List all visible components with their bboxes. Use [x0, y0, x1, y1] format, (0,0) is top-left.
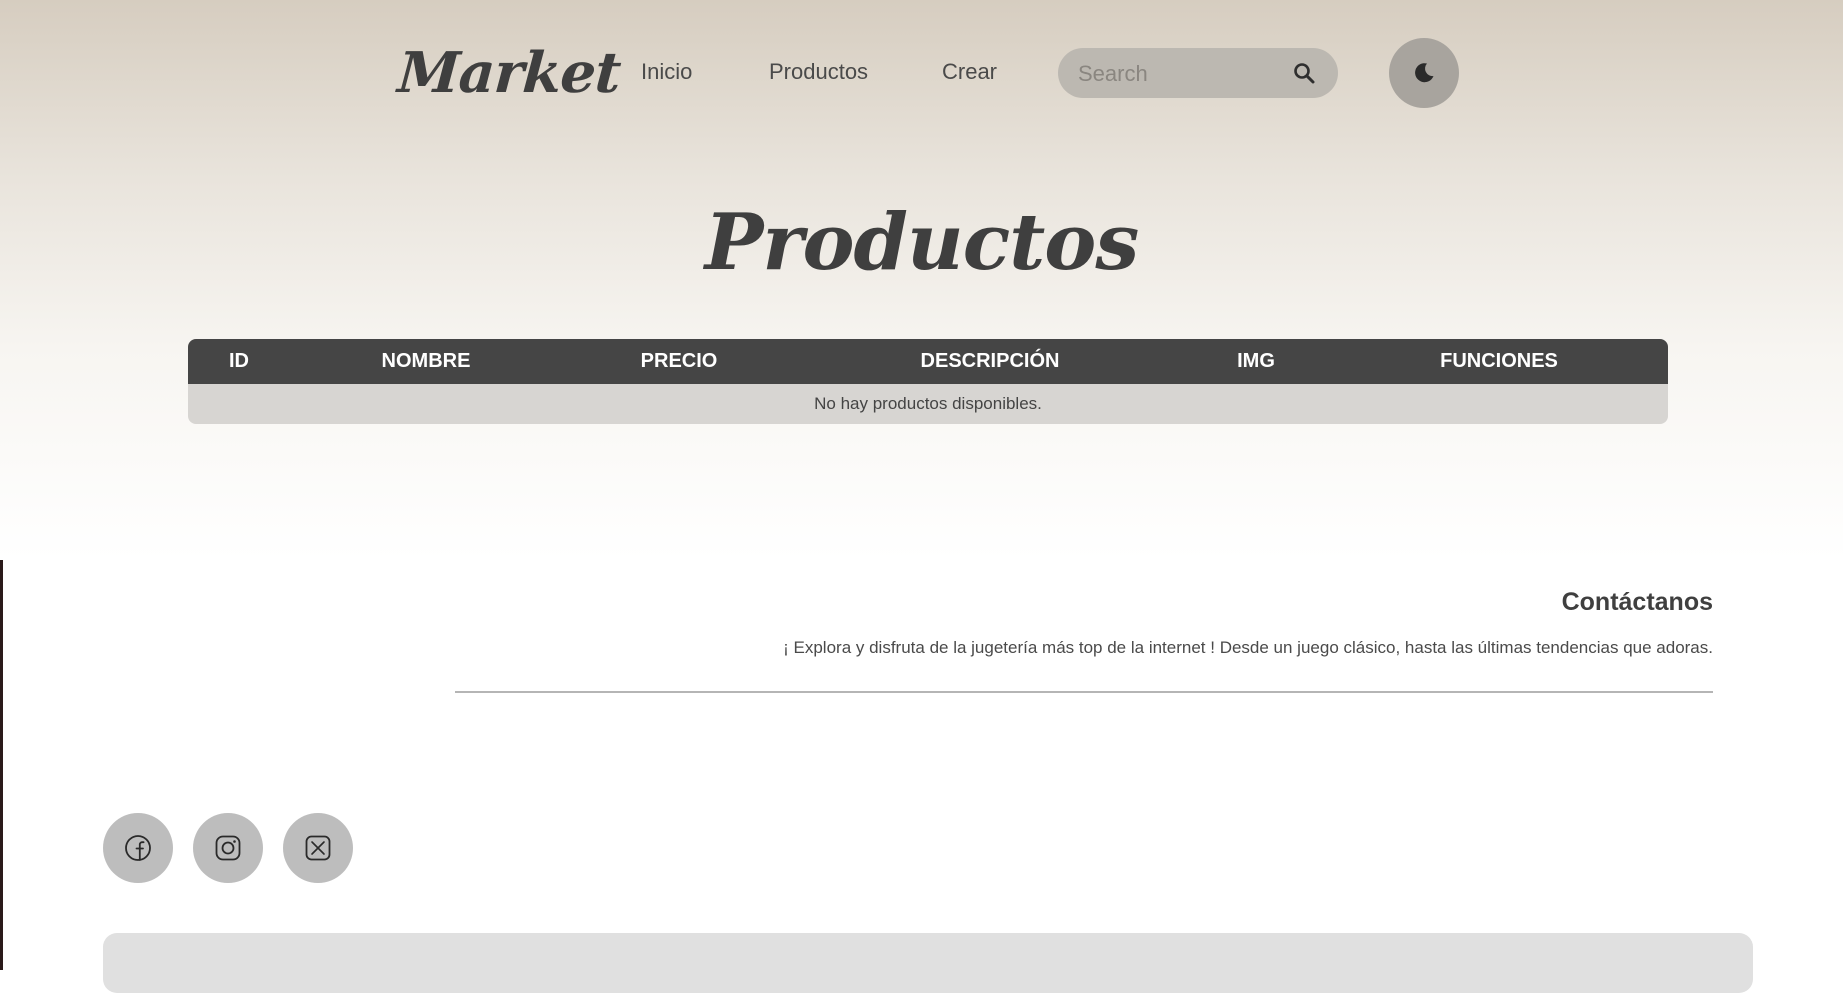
facebook-button[interactable]: [103, 813, 173, 883]
x-twitter-icon: [305, 835, 331, 861]
table-empty-row: No hay productos disponibles.: [188, 384, 1668, 424]
x-twitter-button[interactable]: [283, 813, 353, 883]
search-box: [1058, 48, 1338, 100]
column-header-descripcion: DESCRIPCIÓN: [920, 350, 1060, 372]
instagram-icon: [215, 835, 241, 861]
search-input[interactable]: [1076, 48, 1280, 100]
nav-link-crear[interactable]: Crear: [942, 58, 997, 86]
footer-divider: [455, 691, 1713, 693]
nav-link-inicio[interactable]: Inicio: [641, 58, 692, 86]
column-header-img: IMG: [1237, 350, 1275, 372]
column-header-id: ID: [229, 350, 249, 372]
facebook-icon: [125, 835, 151, 861]
column-header-nombre: NOMBRE: [381, 350, 471, 372]
footer-bar: [103, 933, 1753, 993]
products-table: ID NOMBRE PRECIO DESCRIPCIÓN IMG FUNCION…: [188, 339, 1668, 424]
search-icon[interactable]: [1292, 61, 1316, 85]
instagram-button[interactable]: [193, 813, 263, 883]
table-header: ID NOMBRE PRECIO DESCRIPCIÓN IMG FUNCION…: [188, 339, 1668, 384]
page-title: Productos: [704, 197, 1139, 288]
contact-description: ¡ Explora y disfruta de la jugetería más…: [783, 638, 1713, 657]
moon-icon: [1415, 63, 1434, 83]
theme-toggle-button[interactable]: [1389, 38, 1459, 108]
column-header-funciones: FUNCIONES: [1440, 350, 1558, 372]
site-logo[interactable]: Market: [396, 38, 623, 108]
column-header-precio: PRECIO: [640, 350, 718, 372]
nav-link-productos[interactable]: Productos: [769, 58, 868, 86]
contact-title: Contáctanos: [1561, 588, 1713, 616]
